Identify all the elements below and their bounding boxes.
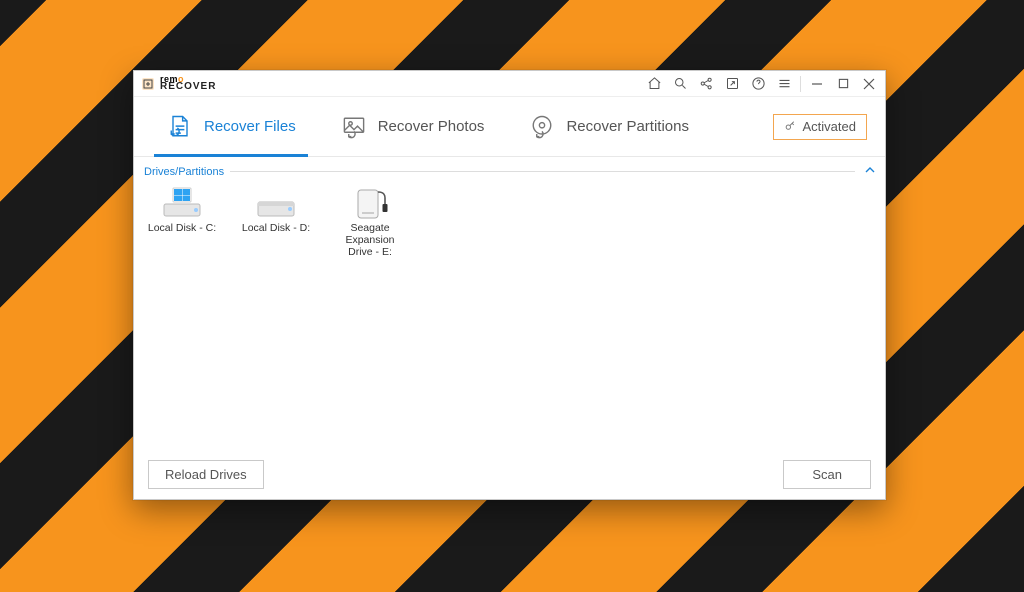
bottom-bar: Reload Drives Scan: [134, 450, 885, 499]
section-header: Drives/Partitions: [134, 157, 885, 180]
help-icon[interactable]: [746, 73, 770, 95]
reload-drives-button[interactable]: Reload Drives: [148, 460, 264, 489]
drive-label: Local Disk - D:: [242, 222, 310, 234]
drive-item-e[interactable]: Seagate Expansion Drive - E:: [332, 186, 408, 258]
search-icon[interactable]: [668, 73, 692, 95]
close-button[interactable]: [857, 73, 881, 95]
app-logo-icon: [140, 76, 156, 92]
scan-button[interactable]: Scan: [783, 460, 871, 489]
tab-label: Recover Files: [204, 118, 296, 135]
activated-label: Activated: [803, 119, 856, 134]
key-icon: [784, 119, 797, 135]
tab-recover-partitions[interactable]: Recover Partitions: [506, 97, 711, 156]
tab-label: Recover Photos: [378, 118, 485, 135]
home-icon[interactable]: [642, 73, 666, 95]
photos-icon: [340, 113, 368, 141]
activated-badge[interactable]: Activated: [773, 114, 867, 140]
drives-area: Local Disk - C: Local Disk - D:: [134, 180, 885, 450]
section-label: Drives/Partitions: [144, 166, 224, 178]
titlebar: remo RECOVER: [134, 71, 885, 97]
tabs-row: Recover Files Recover Photos Recover P: [134, 97, 885, 157]
drive-internal-windows-icon: [160, 186, 204, 218]
tab-label: Recover Partitions: [566, 118, 689, 135]
titlebar-right: [642, 73, 881, 95]
drive-item-d[interactable]: Local Disk - D:: [238, 186, 314, 234]
partitions-icon: [528, 113, 556, 141]
maximize-button[interactable]: [831, 73, 855, 95]
app-logo-text: remo RECOVER: [160, 76, 216, 91]
minimize-button[interactable]: [805, 73, 829, 95]
logo-line2: RECOVER: [160, 83, 216, 91]
tab-recover-files[interactable]: Recover Files: [144, 97, 318, 156]
titlebar-separator: [800, 76, 801, 92]
drive-external-icon: [348, 186, 392, 218]
share-icon[interactable]: [694, 73, 718, 95]
section-line: [230, 171, 855, 172]
app-window: remo RECOVER: [133, 70, 886, 500]
external-link-icon[interactable]: [720, 73, 744, 95]
drive-label: Local Disk - C:: [148, 222, 216, 234]
drive-item-c[interactable]: Local Disk - C:: [144, 186, 220, 234]
drive-internal-icon: [254, 186, 298, 218]
app-logo: remo RECOVER: [140, 76, 216, 92]
collapse-icon[interactable]: [865, 165, 875, 178]
files-icon: [166, 113, 194, 141]
drive-label: Seagate Expansion Drive - E:: [332, 222, 408, 258]
menu-icon[interactable]: [772, 73, 796, 95]
tab-recover-photos[interactable]: Recover Photos: [318, 97, 507, 156]
